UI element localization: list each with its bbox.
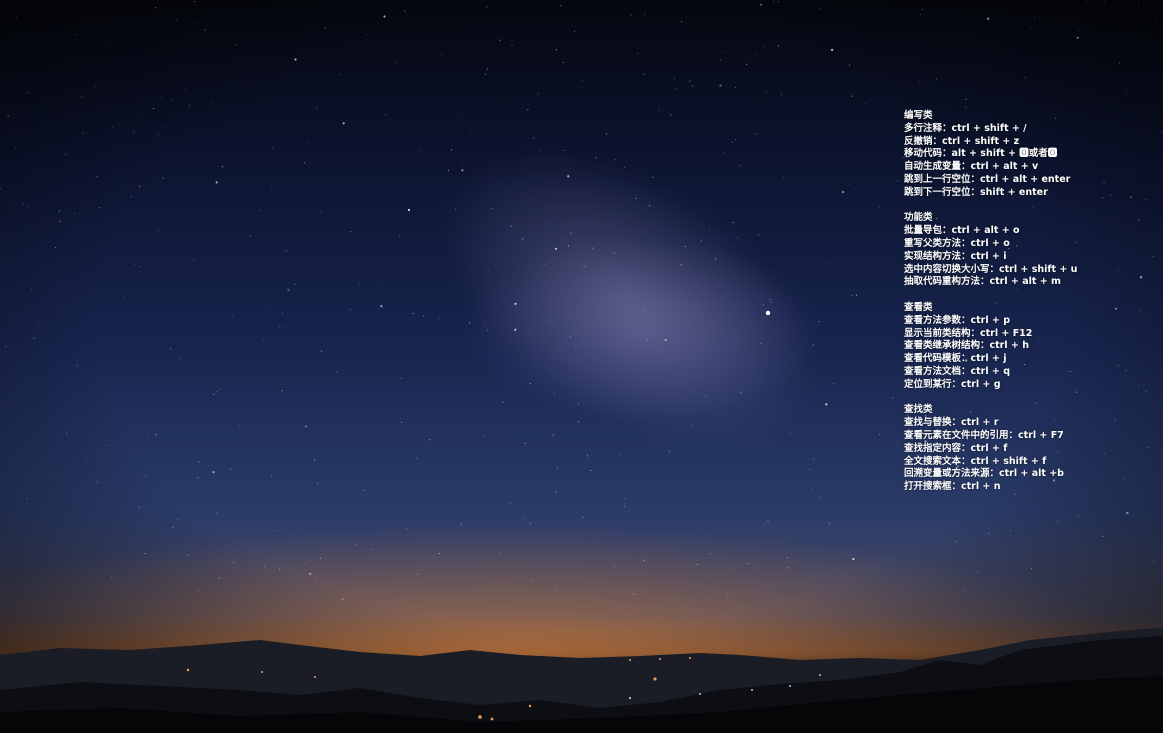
shortcut-line: 跳到上一行空位：ctrl + alt + enter <box>904 173 1071 185</box>
shortcut-line: 批量导包：ctrl + alt + o <box>904 225 1020 237</box>
shortcut-section: 查看类 查看方法参数：ctrl + p 显示当前类结构：ctrl + F12 查看类继… <box>904 302 1154 392</box>
shortcut-line: 选中内容切换大小写：ctrl + shift + u <box>904 263 1078 275</box>
shortcut-line: 查看元素在文件中的引用：ctrl + F7 <box>904 429 1064 441</box>
section-heading: 编写类 <box>904 110 933 121</box>
shortcut-section: 编写类 多行注释：ctrl + shift + / 反撤销：ctrl + shift… <box>904 110 1154 200</box>
shortcut-line: 全文搜索文本：ctrl + shift + f <box>904 455 1047 467</box>
section-heading: 查找类 <box>904 404 933 416</box>
shortcut-line: 反撤销：ctrl + shift + z <box>904 135 1020 147</box>
shortcut-line: 多行注释：ctrl + shift + / <box>904 122 1027 134</box>
shortcut-line: 移动代码：alt + shift + 🅾或者🅾 <box>904 148 1058 160</box>
shortcut-line: 查找指定内容：ctrl + f <box>904 442 1008 454</box>
section-heading: 查看类 <box>904 301 933 313</box>
shortcut-line: 抽取代码重构方法：ctrl + alt + m <box>904 276 1061 288</box>
shortcut-notes: 编写类 多行注释：ctrl + shift + / 反撤销：ctrl + shift… <box>904 110 1154 507</box>
shortcut-section: 查找类 查找与替换：ctrl + r 查看元素在文件中的引用：ctrl + F7 查找… <box>904 404 1154 494</box>
shortcut-line: 跳到下一行空位：shift + enter <box>904 186 1048 198</box>
shortcut-line: 重写父类方法：ctrl + o <box>904 237 1010 249</box>
shortcut-line: 查找与替换：ctrl + r <box>904 417 999 429</box>
shortcut-section: 功能类 批量导包：ctrl + alt + o 重写父类方法：ctrl + o 实现结… <box>904 212 1154 289</box>
section-heading: 功能类 <box>904 212 933 224</box>
shortcut-line: 自动生成变量：ctrl + alt + v <box>904 161 1039 173</box>
shortcut-line: 查看类继承树结构：ctrl + h <box>904 340 1029 352</box>
shortcut-line: 实现结构方法：ctrl + i <box>904 250 1007 262</box>
shortcut-line: 定位到某行：ctrl + g <box>904 378 1001 390</box>
shortcut-line: 查看代码模板：ctrl + j <box>904 353 1007 365</box>
shortcut-line: 回溯变量或方法来源：ctrl + alt +b <box>904 468 1064 480</box>
shortcut-line: 显示当前类结构：ctrl + F12 <box>904 327 1033 339</box>
shortcut-line: 打开搜索框：ctrl + n <box>904 481 1001 493</box>
shortcut-line: 查看方法文档：ctrl + q <box>904 365 1010 377</box>
shortcut-line: 查看方法参数：ctrl + p <box>904 314 1010 326</box>
